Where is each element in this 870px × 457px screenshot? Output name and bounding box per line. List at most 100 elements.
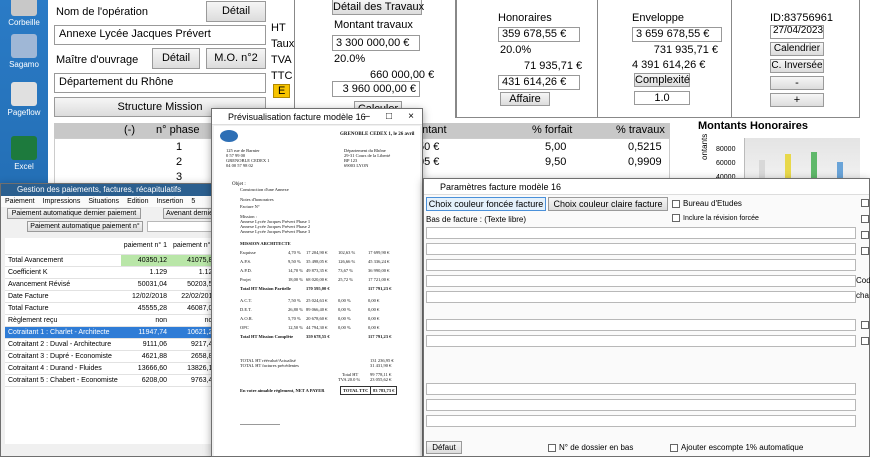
params-input[interactable] (426, 415, 856, 427)
table-row[interactable]: Cotraitant 4 : Durand - Fluides 13666,60 1… (5, 362, 211, 375)
table-cell: 1.122 (170, 266, 211, 279)
params-input[interactable] (426, 259, 856, 271)
table-row[interactable]: Coefficient K1.1291.122 (5, 266, 211, 279)
desktop-icon-label: Sagamo (9, 60, 39, 69)
table-row[interactable]: Date Facture12/02/201822/02/2018 (5, 290, 211, 303)
invoice-line-cell: 126,66 % (338, 259, 356, 264)
desktop-icon-label: Corbeille (8, 18, 40, 27)
desktop-icon-corbeille[interactable]: Corbeille (4, 0, 44, 27)
ttc-value-field[interactable]: 3 960 000,00 € (332, 81, 420, 97)
payments-table: paiement n° 1 paiement n° 2 Total Avance… (5, 238, 211, 444)
table-row[interactable]: Cotraitant 1 : Charlet - Architecte 11947… (5, 326, 211, 339)
enveloppe-ht-field[interactable]: 3 659 678,55 € (632, 27, 722, 42)
revision-checkbox[interactable]: Inclure la révision forcée (672, 214, 759, 222)
default-button[interactable]: Défaut (426, 441, 462, 454)
table-row[interactable]: Règlement reçunonnon (5, 314, 211, 327)
montant-travaux-field[interactable]: 3 300 000,00 € (332, 35, 420, 51)
table-cell: 40350,12 (120, 254, 170, 267)
invoice-line-cell: 68 020,00 € (306, 277, 328, 282)
desktop-icon-label: Pageflow (7, 108, 41, 117)
calendar-button[interactable]: Calendrier (770, 42, 824, 56)
table-row[interactable]: Total Avancement40350,1241075,80 (5, 254, 211, 267)
plus-button[interactable]: + (770, 93, 824, 107)
table-cell: Cotraitant 1 : Charlet - Architecte (5, 326, 121, 339)
params-input[interactable] (426, 383, 856, 395)
menu-paiement[interactable]: Paiement (5, 196, 35, 207)
params-input[interactable] (426, 335, 856, 347)
reverse-calendar-button[interactable]: C. Inversée (770, 59, 824, 73)
honoraires-title: Honoraires (498, 12, 552, 24)
invoice-line-cell: 9,50 % (288, 259, 301, 264)
params-input[interactable] (426, 291, 856, 303)
complexite-button[interactable]: Complexité (634, 73, 690, 87)
dossier-checkbox[interactable]: N° de dossier en bas (548, 443, 633, 452)
table-cell: 46087,04 (170, 302, 211, 315)
col-header: paiement n° 1 (120, 238, 170, 255)
desktop-icon-pageflow[interactable]: Pageflow (4, 82, 44, 117)
honoraires-ht-field[interactable]: 359 678,55 € (498, 27, 580, 42)
close-icon[interactable]: × (400, 109, 422, 125)
params-input[interactable] (426, 275, 856, 287)
menu-insertion[interactable]: Insertion (156, 196, 183, 207)
menu-edition[interactable]: Edition (127, 196, 148, 207)
owner-field[interactable]: Département du Rhône (54, 73, 266, 93)
menu-impressions[interactable]: Impressions (43, 196, 81, 207)
desktop-icon-excel[interactable]: Excel (4, 136, 44, 171)
footer-text-input[interactable] (426, 227, 856, 239)
minus-button[interactable]: - (770, 76, 824, 90)
dark-color-button[interactable]: Choix couleur foncée facture (426, 197, 546, 211)
table-cell: 41075,80 (170, 254, 211, 267)
invoice-line-cell: 17 721,00 € (368, 277, 390, 282)
menu-situations[interactable]: Situations (88, 196, 119, 207)
operation-name-field[interactable]: Annexe Lycée Jacques Prévert (54, 25, 266, 45)
mission-line: Annexe Lycée Jacques Prévert Phase 3 (240, 229, 311, 234)
e-indicator[interactable]: E (273, 84, 291, 98)
tva-value: 660 000,00 € (370, 69, 435, 81)
auto-payment-n-button[interactable]: Paiement automatique paiement n° (27, 221, 143, 232)
desktop-icon-sagamo[interactable]: Sagamo (4, 34, 44, 69)
table-row[interactable]: Avancement Révisé50031,0450203,55 (5, 278, 211, 291)
table-cell: 2658,87 (170, 350, 211, 363)
table-cell: 5,00 (545, 141, 567, 153)
invoice-line-cell: 0,00 € (368, 307, 380, 312)
invoice-line-cell: 35 498,05 € (306, 259, 328, 264)
minimize-icon[interactable]: – (356, 109, 378, 125)
honoraires-ttc-field[interactable]: 431 614,26 € (498, 75, 580, 90)
owner-detail-button[interactable]: Détail (152, 48, 200, 69)
side-checkbox[interactable] (861, 321, 869, 329)
params-titlebar: Paramètres facture modèle 16 (424, 179, 869, 195)
payments-menubar: Paiement Impressions Situations Edition … (1, 196, 227, 216)
grid-col-header: (-) (124, 124, 135, 136)
side-checkbox[interactable] (861, 337, 869, 345)
operation-detail-button[interactable]: Détail (206, 1, 266, 22)
bureau-checkbox[interactable]: Bureau d'Etudes (672, 199, 742, 208)
params-input[interactable] (426, 319, 856, 331)
side-checkbox[interactable] (861, 199, 869, 207)
payment-number-input[interactable] (147, 221, 213, 232)
escompte-checkbox[interactable]: Ajouter escompte 1% automatique (670, 443, 803, 452)
auto-last-payment-button[interactable]: Paiement automatique dernier paiement (7, 208, 141, 219)
enveloppe-ttc: 4 391 614,26 € (632, 59, 706, 71)
payments-titlebar: Gestion des paiements, factures, récapit… (1, 184, 215, 196)
invoice-line-cell: 89 066,40 € (306, 307, 328, 312)
params-input[interactable] (426, 399, 856, 411)
table-cell: 12/02/2018 (120, 290, 170, 303)
side-checkbox[interactable] (861, 231, 869, 239)
table-row[interactable]: Cotraitant 5 : Chabert - Economiste 6208,… (5, 374, 211, 387)
light-color-button[interactable]: Choix couleur claire facture (548, 197, 668, 211)
table-row[interactable]: Cotraitant 3 : Dupré - Economiste 4621,88… (5, 350, 211, 363)
params-input[interactable] (426, 243, 856, 255)
date-field[interactable]: 27/04/2023 (770, 25, 824, 39)
table-row[interactable]: Total Facture45555,2846087,04 (5, 302, 211, 315)
table-row[interactable]: Cotraitant 2 : Duval - Architecture 9111,… (5, 338, 211, 351)
complexite-field[interactable]: 1.0 (634, 91, 690, 105)
maximize-icon[interactable]: □ (378, 109, 400, 125)
detail-travaux-button[interactable]: Détail des Travaux (332, 0, 424, 15)
invoice-line-cell: D.E.T. (240, 307, 252, 312)
side-checkbox[interactable] (861, 215, 869, 223)
mo2-button[interactable]: M.O. n°2 (206, 48, 266, 69)
ht-label: HT (271, 22, 286, 34)
side-checkbox[interactable] (861, 247, 869, 255)
params-window: Paramètres facture modèle 16 Choix coule… (423, 178, 870, 457)
affaire-button[interactable]: Affaire (500, 92, 550, 106)
